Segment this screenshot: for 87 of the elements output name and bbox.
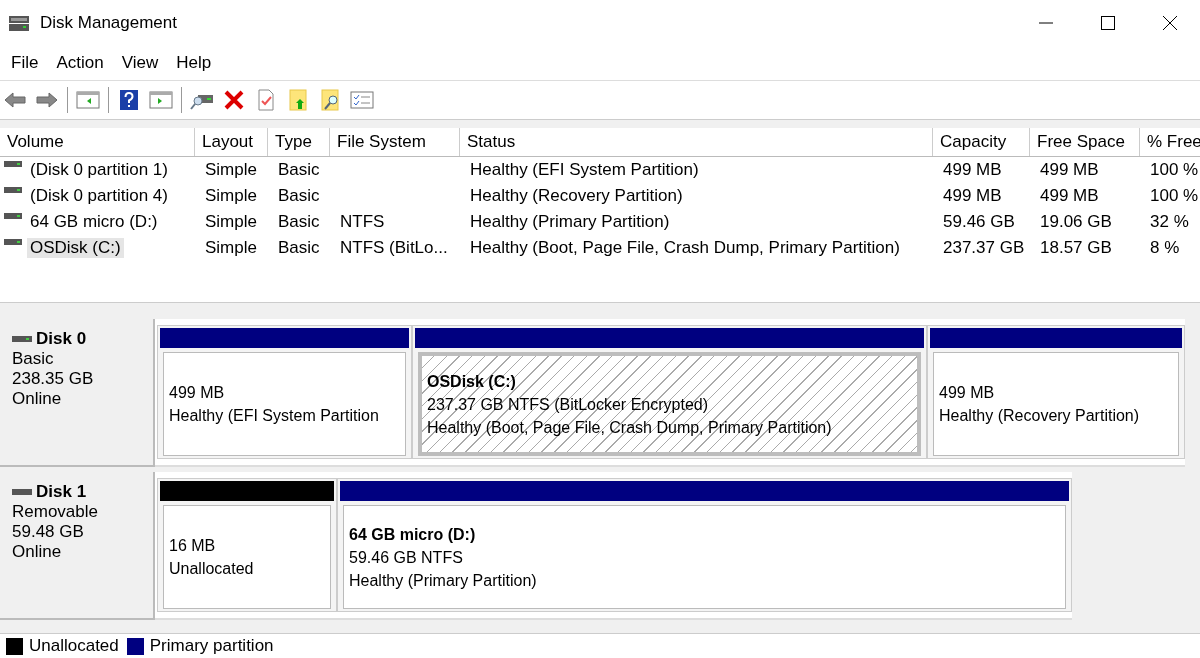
menu-item[interactable]: File [2, 52, 48, 73]
volume-name[interactable]: (Disk 0 partition 1) [27, 160, 171, 180]
disk-status: Online [12, 542, 63, 562]
table-cell: Simple [205, 212, 257, 232]
table-cell: 100 % [1150, 160, 1199, 180]
volume-name[interactable]: 64 GB micro (D:) [27, 212, 161, 232]
disk-name: Disk 1 [36, 482, 87, 502]
partition-info: 499 MB [169, 383, 226, 403]
table-cell: Simple [205, 186, 257, 206]
maximize-icon[interactable] [1100, 14, 1116, 31]
close-icon[interactable] [1162, 14, 1178, 31]
column-header[interactable]: Status [460, 128, 933, 156]
table-cell: Simple [205, 160, 257, 180]
table-cell: 499 MB [943, 160, 1002, 180]
disk-size: 59.48 GB [12, 522, 85, 542]
properties-icon[interactable] [350, 89, 374, 111]
disk-label-panel[interactable]: Disk 0 Basic 238.35 GB Online [0, 319, 155, 467]
partition-info: Healthy (Recovery Partition) [939, 406, 1141, 426]
partition-info: 499 MB [939, 383, 996, 403]
table-cell: Basic [278, 212, 320, 232]
help-icon[interactable] [117, 89, 141, 111]
disk-label-panel[interactable]: Disk 1 Removable 59.48 GB Online [0, 472, 155, 620]
column-header[interactable]: Free Space [1030, 128, 1140, 156]
app-icon [8, 13, 30, 32]
legend-label: Primary partition [149, 636, 274, 656]
disk-status: Online [12, 389, 63, 409]
table-cell: Healthy (Recovery Partition) [470, 186, 683, 206]
table-cell: Healthy (Boot, Page File, Crash Dump, Primary Partition) [470, 238, 900, 258]
menu-item[interactable]: View [112, 52, 168, 73]
table-cell: 59.46 GB [943, 212, 1015, 232]
back-icon[interactable] [3, 89, 27, 111]
table-cell: 499 MB [943, 186, 1002, 206]
table-cell: 18.57 GB [1040, 238, 1112, 258]
legend-label: Unallocated [29, 636, 119, 656]
column-header[interactable]: Volume [0, 128, 195, 156]
table-cell: Basic [278, 160, 320, 180]
drive-icon [4, 160, 22, 168]
menu-item[interactable]: Action [47, 52, 113, 73]
table-cell: 499 MB [1040, 160, 1099, 180]
partition-box[interactable]: 499 MB Healthy (EFI System Partition [163, 352, 406, 456]
table-cell: 237.37 GB [943, 238, 1025, 258]
disk-size: 238.35 GB [12, 369, 95, 389]
menu-item[interactable]: Help [167, 52, 221, 73]
partition-box[interactable]: 64 GB micro (D:) 59.46 GB NTFS Healthy (Primary Partition) [343, 505, 1066, 609]
table-cell: Basic [278, 238, 320, 258]
table-cell: 19.06 GB [1040, 212, 1112, 232]
folder-search-icon[interactable] [318, 89, 342, 111]
table-cell: Basic [278, 186, 320, 206]
table-cell: NTFS (BitLo... [340, 238, 448, 258]
partition-title: 64 GB micro (D:) [349, 524, 477, 545]
volume-name[interactable]: (Disk 0 partition 4) [27, 186, 171, 206]
partition-info: Healthy (EFI System Partition [169, 406, 380, 426]
window-title: Disk Management [40, 12, 177, 33]
partition-info: 237.37 GB NTFS (BitLocker Encrypted) [427, 394, 709, 415]
partition-box[interactable]: 499 MB Healthy (Recovery Partition) [933, 352, 1179, 456]
volume-name[interactable]: OSDisk (C:) [27, 238, 124, 258]
table-cell: Healthy (EFI System Partition) [470, 160, 699, 180]
forward-icon[interactable] [35, 89, 59, 111]
partition-info: Healthy (Boot, Page File, Crash Dump, Primary Partition) [427, 417, 833, 438]
action-pane-icon[interactable] [149, 89, 173, 111]
disk-name: Disk 0 [36, 329, 87, 349]
drive-icon [4, 238, 22, 246]
table-cell: Healthy (Primary Partition) [470, 212, 670, 232]
column-header[interactable]: Type [268, 128, 330, 156]
partition-box[interactable]: 16 MB Unallocated [163, 505, 331, 609]
folder-up-icon[interactable] [286, 89, 310, 111]
drive-icon [4, 186, 22, 194]
console-tree-icon[interactable] [76, 89, 100, 111]
partition-info: Unallocated [169, 559, 255, 579]
table-cell: Simple [205, 238, 257, 258]
partition-info: Healthy (Primary Partition) [349, 570, 538, 591]
delete-icon[interactable] [222, 89, 246, 111]
partition-info: 16 MB [169, 536, 217, 556]
table-cell: 100 % [1150, 186, 1199, 206]
table-cell: NTFS [340, 212, 385, 232]
table-cell: 32 % [1150, 212, 1189, 232]
drive-icon [4, 212, 22, 220]
column-header[interactable]: Capacity [933, 128, 1030, 156]
partition-title: OSDisk (C:) [427, 371, 517, 392]
disk-type: Basic [12, 349, 55, 369]
column-header[interactable]: Layout [195, 128, 268, 156]
partition-info: 59.46 GB NTFS [349, 547, 464, 568]
table-cell: 8 % [1150, 238, 1180, 258]
table-cell: 499 MB [1040, 186, 1099, 206]
disk-type: Removable [12, 502, 99, 522]
partition-box[interactable]: OSDisk (C:) 237.37 GB NTFS (BitLocker Encrypted) Healthy (Boot, Page File, Crash Dump, Primary Partition) [418, 352, 921, 456]
column-header[interactable]: File System [330, 128, 460, 156]
